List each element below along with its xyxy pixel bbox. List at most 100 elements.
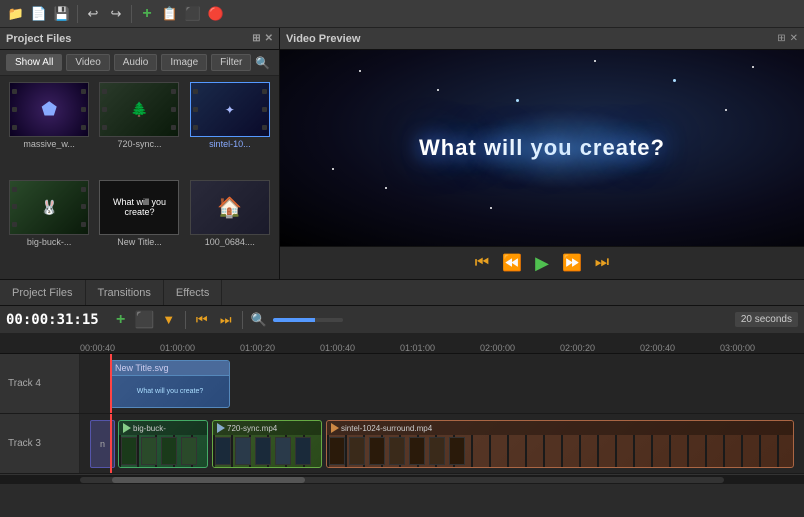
add-track-button[interactable]: + (111, 310, 131, 330)
track-3-label: Track 3 (0, 414, 80, 473)
clip-sintel-header: sintel-1024-surround.mp4 (327, 421, 793, 435)
open-icon[interactable]: 📄 (29, 4, 49, 24)
ruler-mark-2: 01:00:20 (240, 343, 320, 353)
tab-project-files[interactable]: Project Files (0, 280, 86, 305)
video-preview-header: Video Preview ⊞ ✕ (280, 28, 804, 50)
undo-icon[interactable]: ↩ (83, 4, 103, 24)
title-clip-name: New Title.svg (115, 363, 169, 373)
preview-maximize-icon[interactable]: ⊞ (777, 33, 785, 44)
video-filter-button[interactable]: Video (66, 54, 109, 71)
file-filter-bar: Show All Video Audio Image Filter 🔍 (0, 50, 279, 76)
file-720-sync[interactable]: 🌲 720-sync... (96, 82, 182, 176)
timeline-tracks: Track 4 New Title.svg What will you crea… (0, 354, 804, 474)
hscroll-thumb[interactable] (112, 477, 305, 483)
track-3-row: Track 3 n big-buck- (0, 414, 804, 474)
main-area: Project Files ⊞ ✕ Show All Video Audio I… (0, 28, 804, 280)
project-files-panel: Project Files ⊞ ✕ Show All Video Audio I… (0, 28, 280, 279)
file-100-0684-label: 100_0684.... (205, 237, 255, 247)
file-bigbuck[interactable]: 🐰 big-buck-... (6, 180, 92, 274)
video-preview-area: What will you create? (280, 50, 804, 246)
track3-playhead (110, 414, 112, 473)
clip-bigbuck[interactable]: big-buck- (118, 420, 208, 468)
filter-button[interactable]: Filter (211, 54, 251, 71)
sintel-frame-4 (389, 437, 405, 465)
sintel-frame-2 (349, 437, 365, 465)
time-display: 00:00:31:15 (6, 312, 99, 328)
clip-sync-name: 720-sync.mp4 (227, 424, 277, 433)
go-start-button[interactable]: ⏮ (192, 310, 212, 330)
ruler-mark-3: 01:00:40 (320, 343, 400, 353)
file-100-0684[interactable]: 🏠 100_0684.... (187, 180, 273, 274)
toolbar-separator-2 (131, 5, 132, 23)
save-icon[interactable]: 💾 (52, 4, 72, 24)
title-clip[interactable]: New Title.svg What will you create? (110, 360, 230, 408)
ruler-mark-7: 02:00:40 (640, 343, 720, 353)
clip-sintel[interactable]: sintel-1024-surround.mp4 (326, 420, 794, 468)
tab-effects[interactable]: Effects (164, 280, 222, 305)
mini-frame-1 (121, 437, 137, 465)
sintel-frame-5 (409, 437, 425, 465)
project-files-header: Project Files ⊞ ✕ (0, 28, 279, 50)
image-filter-button[interactable]: Image (161, 54, 207, 71)
fast-forward-button[interactable]: ⏩ (561, 252, 583, 274)
settings-icon[interactable]: ⬛ (183, 4, 203, 24)
new-file-icon[interactable]: 📁 (6, 4, 26, 24)
mini-frame-4 (181, 437, 197, 465)
clip-sintel-filmstrip (327, 435, 793, 467)
preview-close-icon[interactable]: ✕ (790, 33, 798, 44)
ruler-marks: 00:00:40 01:00:00 01:00:20 01:00:40 01:0… (80, 343, 804, 353)
tab-transitions[interactable]: Transitions (86, 280, 164, 305)
hscroll-track[interactable] (80, 477, 724, 483)
mini-frame-3 (161, 437, 177, 465)
project-files-title: Project Files (6, 33, 71, 45)
remove-track-button[interactable]: ⬛ (135, 310, 155, 330)
track-4-label: Track 4 (0, 354, 80, 413)
clip-sintel-name: sintel-1024-surround.mp4 (341, 424, 432, 433)
clip-sync[interactable]: 720-sync.mp4 (212, 420, 322, 468)
go-end-button[interactable]: ⏭ (216, 310, 236, 330)
ruler-mark-8: 03:00:00 (720, 343, 800, 353)
record-icon[interactable]: 🔴 (206, 4, 226, 24)
show-all-button[interactable]: Show All (6, 54, 62, 71)
export-icon[interactable]: 📋 (160, 4, 180, 24)
file-sintel-label: sintel-10... (209, 139, 251, 149)
video-preview-panel: Video Preview ⊞ ✕ What will you (280, 28, 804, 279)
panel-maximize-icon[interactable]: ⊞ (252, 33, 260, 44)
file-720-sync-label: 720-sync... (117, 139, 161, 149)
timeline-ruler: 00:00:40 01:00:00 01:00:20 01:00:40 01:0… (0, 334, 804, 354)
play-button[interactable]: ▶ (531, 252, 553, 274)
seconds-label: 20 seconds (735, 312, 798, 327)
preview-main-text: What will you create? (419, 135, 665, 161)
clip-bigbuck-name: big-buck- (133, 424, 166, 433)
filter-down-button[interactable]: ▼ (159, 310, 179, 330)
track-4-row: Track 4 New Title.svg What will you crea… (0, 354, 804, 414)
filter-clear-icon[interactable]: 🔍 (255, 56, 270, 70)
sintel-triangle-icon (331, 423, 339, 433)
clip-bigbuck-header: big-buck- (119, 421, 207, 435)
sync-triangle-icon (217, 423, 225, 433)
preview-controls-bar: ⏮ ⏪ ▶ ⏩ ⏭ (280, 246, 804, 279)
sintel-frame-6 (429, 437, 445, 465)
files-grid: ⬟ massive_w... 🌲 720-sync... ✦ (0, 76, 279, 279)
sync-frame-5 (295, 437, 311, 465)
ruler-mark-1: 01:00:00 (160, 343, 240, 353)
add-icon[interactable]: + (137, 4, 157, 24)
rewind-button[interactable]: ⏪ (501, 252, 523, 274)
bottom-section: Project Files Transitions Effects 00:00:… (0, 280, 804, 484)
file-new-title[interactable]: What will you create? New Title... (96, 180, 182, 274)
ruler-mark-4: 01:01:00 (400, 343, 480, 353)
redo-icon[interactable]: ↪ (106, 4, 126, 24)
track-4-content: New Title.svg What will you create? (80, 354, 804, 413)
sync-frame-2 (235, 437, 251, 465)
audio-filter-button[interactable]: Audio (114, 54, 158, 71)
zoom-slider[interactable] (273, 318, 343, 322)
go-to-start-button[interactable]: ⏮ (471, 252, 493, 274)
go-to-end-button[interactable]: ⏭ (591, 252, 613, 274)
panel-close-icon[interactable]: ✕ (265, 33, 273, 44)
file-sintel[interactable]: ✦ sintel-10... (187, 82, 273, 176)
file-massive-w[interactable]: ⬟ massive_w... (6, 82, 92, 176)
sintel-frame-7 (449, 437, 465, 465)
zoom-button[interactable]: 🔍 (249, 310, 269, 330)
title-clip-preview: What will you create? (111, 376, 229, 406)
ruler-mark-6: 02:00:20 (560, 343, 640, 353)
